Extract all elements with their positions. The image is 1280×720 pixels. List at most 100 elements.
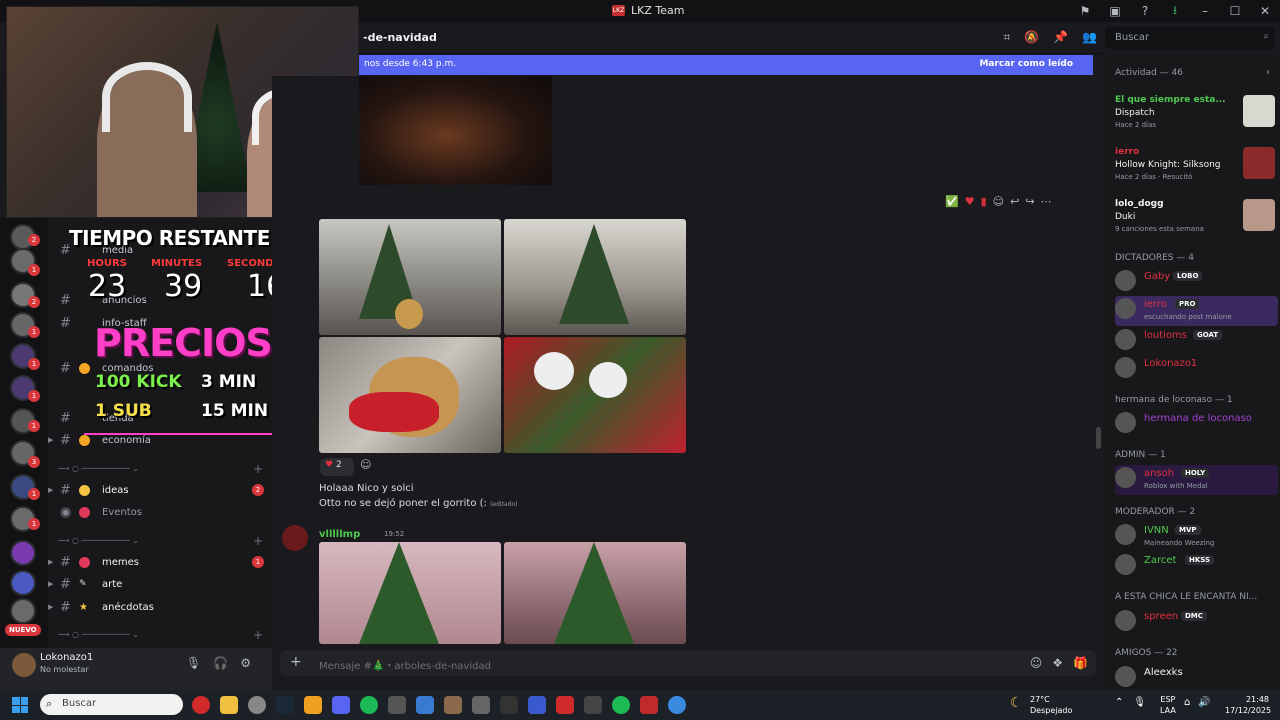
activity-card[interactable]: ierro Hollow Knight: Silksong Hace 2 día… <box>1115 147 1275 187</box>
app-icon[interactable] <box>584 696 602 714</box>
spotify-icon[interactable] <box>612 696 630 714</box>
add-reaction-icon[interactable]: ☺ <box>993 195 1004 208</box>
message-composer[interactable]: + Mensaje #🎄・arboles-de-navidad ☺ ❖ 🎁 <box>280 650 1096 676</box>
message-author[interactable]: vlllllmp <box>319 529 360 540</box>
taskbar-search-input[interactable]: ⌕ Buscar <box>40 694 183 715</box>
heart-reaction-icon[interactable]: ♥ <box>965 195 975 208</box>
channel-eventos[interactable]: ◉ Eventos <box>48 502 272 522</box>
opera-icon[interactable] <box>192 696 210 714</box>
threads-icon[interactable]: ⌗ <box>1003 30 1010 45</box>
clock[interactable]: 21:48 17/12/2025 <box>1225 694 1271 716</box>
language-indicator[interactable]: ESP LAA <box>1160 694 1176 716</box>
pin-icon[interactable]: 📌 <box>1053 30 1068 45</box>
tree-lights-image[interactable] <box>359 76 552 185</box>
minimize-button[interactable]: – <box>1190 0 1220 22</box>
microphone-icon[interactable]: 🎙 <box>1133 697 1146 708</box>
app-icon[interactable] <box>444 696 462 714</box>
game-thumbnail <box>1243 95 1275 127</box>
member-item[interactable]: IVNN MVP Maineando Weezing <box>1115 522 1278 552</box>
app-icon[interactable] <box>500 696 518 714</box>
scrollbar-thumb[interactable] <box>1096 427 1101 449</box>
add-channel-icon[interactable]: + <box>253 534 263 548</box>
photo-tree-pink-wall[interactable] <box>319 542 501 644</box>
avatar <box>1115 610 1136 631</box>
activity-card[interactable]: lolo_dogg Duki 9 canciones esta semana <box>1115 199 1275 239</box>
activity-card[interactable]: El que siempre esta... Dispatch Hace 2 d… <box>1115 95 1275 135</box>
member-item[interactable]: ierro PRO escuchando post malone <box>1115 296 1278 326</box>
windows-start-icon[interactable] <box>12 697 28 713</box>
category-divider[interactable]: ⟶ ○ ────────── ⌄ + <box>58 628 263 644</box>
chevron-up-icon[interactable]: ⌃ <box>1115 697 1123 708</box>
server-icon[interactable] <box>10 570 36 596</box>
photo-tree-ornaments[interactable] <box>504 337 686 453</box>
more-icon[interactable]: ⋯ <box>1041 195 1052 208</box>
channel-ideas[interactable]: ▶ # ideas 2 <box>48 480 272 500</box>
photo-tree-cat[interactable] <box>504 219 686 335</box>
member-item[interactable]: hermana de loconaso <box>1115 410 1278 440</box>
channel-arte[interactable]: ▶ # ✎ arte <box>48 574 272 594</box>
gear-icon[interactable]: ⚙ <box>240 656 251 670</box>
check-reaction-icon[interactable]: ✅ <box>945 195 959 208</box>
maximize-button[interactable]: ☐ <box>1220 0 1250 22</box>
heart-reaction[interactable]: ♥ 2 <box>320 458 354 476</box>
flag-reaction-icon[interactable]: ▮ <box>981 195 987 208</box>
add-channel-icon[interactable]: + <box>253 462 263 476</box>
mark-read-button[interactable]: Marcar como leído <box>979 59 1073 69</box>
download-icon[interactable]: ⭳ <box>1160 0 1190 22</box>
car-icon[interactable] <box>472 696 490 714</box>
search-input[interactable]: Buscar ⌕ <box>1105 27 1275 49</box>
help-icon[interactable]: ? <box>1130 0 1160 22</box>
notepad-icon[interactable] <box>416 696 434 714</box>
price-item: 1 SUB <box>95 401 152 421</box>
app-icon[interactable] <box>668 696 686 714</box>
channel-anecdotas[interactable]: ▶ # ★ anécdotas <box>48 597 272 617</box>
reply-icon[interactable]: ↩ <box>1010 195 1019 208</box>
channel-memes[interactable]: ▶ # memes 1 <box>48 552 272 572</box>
app-icon[interactable] <box>304 696 322 714</box>
steam-icon[interactable] <box>276 696 294 714</box>
discord-icon[interactable] <box>332 696 350 714</box>
network-icon[interactable]: ⌂ <box>1184 697 1190 708</box>
member-item[interactable]: loutioms GOAT <box>1115 327 1278 357</box>
avatar[interactable] <box>282 525 308 551</box>
apps-icon[interactable]: ❖ <box>1052 656 1063 670</box>
mute-icon[interactable]: 🔕 <box>1024 30 1039 45</box>
category-divider[interactable]: ⟶ ○ ────────── ⌄ + <box>58 534 263 550</box>
forward-icon[interactable]: ↪ <box>1025 195 1034 208</box>
volume-icon[interactable]: 🔊 <box>1198 697 1210 708</box>
chatgpt-icon[interactable] <box>248 696 266 714</box>
emoji-icon[interactable]: ☺ <box>1030 656 1043 670</box>
attach-icon[interactable]: + <box>290 654 302 670</box>
new-messages-bar[interactable]: nos desde 6:43 p.m. Marcar como leído <box>359 55 1093 75</box>
server-icon[interactable] <box>10 540 36 566</box>
member-item[interactable]: Lokonazo1 <box>1115 355 1278 385</box>
app-icon[interactable] <box>528 696 546 714</box>
member-item[interactable]: ansoh HOLY Roblox with Medal <box>1115 465 1278 495</box>
member-item[interactable]: Zarcet HKSS <box>1115 552 1278 582</box>
message-input[interactable]: Mensaje #🎄・arboles-de-navidad <box>319 657 491 672</box>
avatar[interactable] <box>12 653 36 677</box>
chevron-right-icon[interactable]: › <box>1266 67 1270 78</box>
app-icon[interactable] <box>640 696 658 714</box>
headphones-icon[interactable]: 🎧 <box>213 656 228 670</box>
gift-icon[interactable]: 🎁 <box>1073 656 1088 670</box>
category-divider[interactable]: ⟶ ○ ────────── ⌄ + <box>58 462 263 478</box>
members-icon[interactable]: 👥 <box>1082 30 1097 45</box>
member-item[interactable]: Gaby LOBO <box>1115 268 1278 298</box>
photo-dog-santa-hat[interactable] <box>319 337 501 453</box>
hash-icon: # <box>60 599 71 615</box>
photo-tree-dog[interactable] <box>319 219 501 335</box>
photo-tree-lights[interactable] <box>504 542 686 644</box>
microphone-icon[interactable]: 🎙 <box>186 656 201 670</box>
inbox-icon[interactable]: ⚑ <box>1070 0 1100 22</box>
screen-icon[interactable]: ▣ <box>1100 0 1130 22</box>
spotify-icon[interactable] <box>360 696 378 714</box>
close-button[interactable]: ✕ <box>1250 0 1280 22</box>
app-icon[interactable] <box>556 696 574 714</box>
server-icon[interactable] <box>10 598 36 624</box>
file-explorer-icon[interactable] <box>220 696 238 714</box>
add-channel-icon[interactable]: + <box>253 628 263 642</box>
member-item[interactable]: spreen DMC <box>1115 608 1278 638</box>
app-icon[interactable] <box>388 696 406 714</box>
add-reaction-icon[interactable]: ☺ <box>360 458 376 476</box>
